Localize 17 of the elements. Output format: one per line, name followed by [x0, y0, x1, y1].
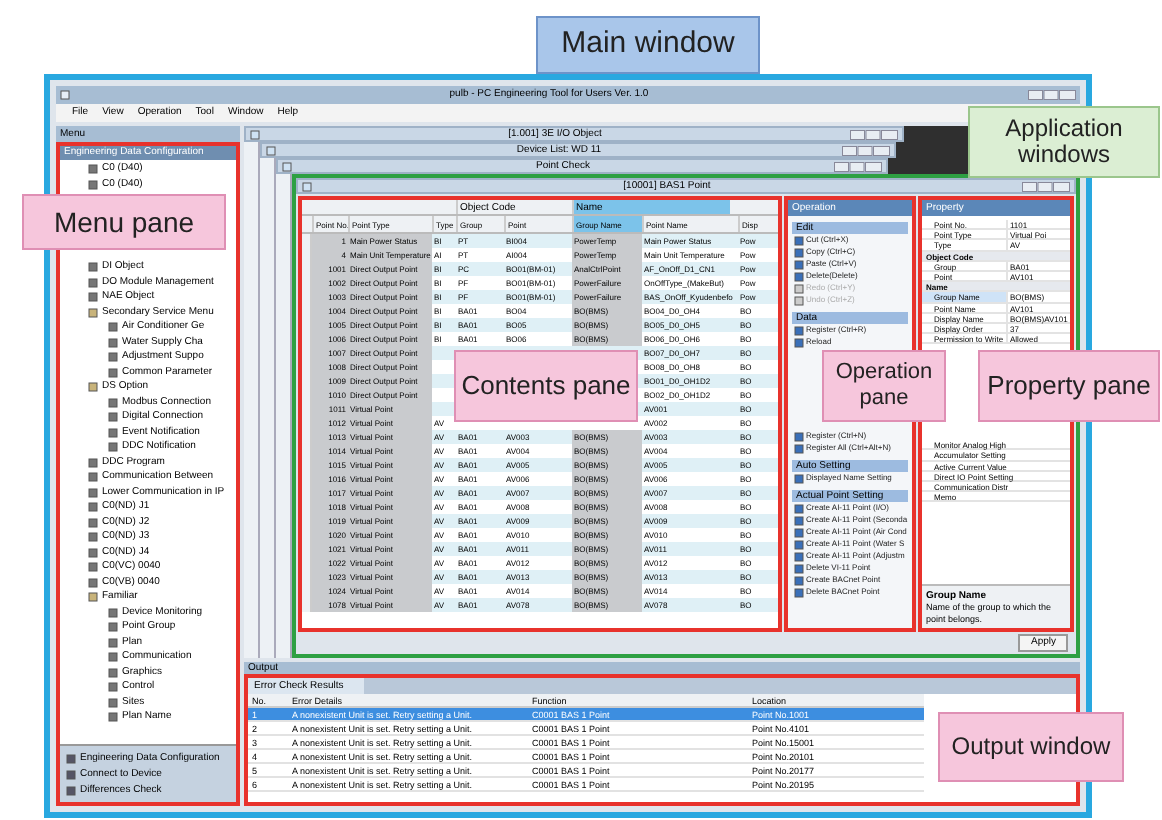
- command-icon: [794, 473, 804, 483]
- window-controls-icon[interactable]: [842, 145, 890, 155]
- callout-label: Menu pane: [22, 194, 226, 250]
- window-controls-icon[interactable]: [1022, 181, 1070, 191]
- folder-icon: [88, 592, 98, 603]
- callout-label: Property pane: [978, 350, 1160, 422]
- folder-icon: [88, 382, 98, 393]
- window-controls-icon[interactable]: [834, 161, 882, 171]
- folder-icon: [88, 307, 98, 318]
- callout-label: Contents pane: [454, 350, 638, 422]
- callout-label: Application windows: [968, 106, 1160, 178]
- app-icon: [60, 90, 70, 100]
- callout-label: Operation pane: [822, 350, 946, 422]
- callout-label: Main window: [536, 16, 760, 74]
- callout-label: Output window: [938, 712, 1124, 782]
- window-controls-icon[interactable]: [850, 129, 898, 139]
- window-controls-icon[interactable]: [1028, 90, 1076, 100]
